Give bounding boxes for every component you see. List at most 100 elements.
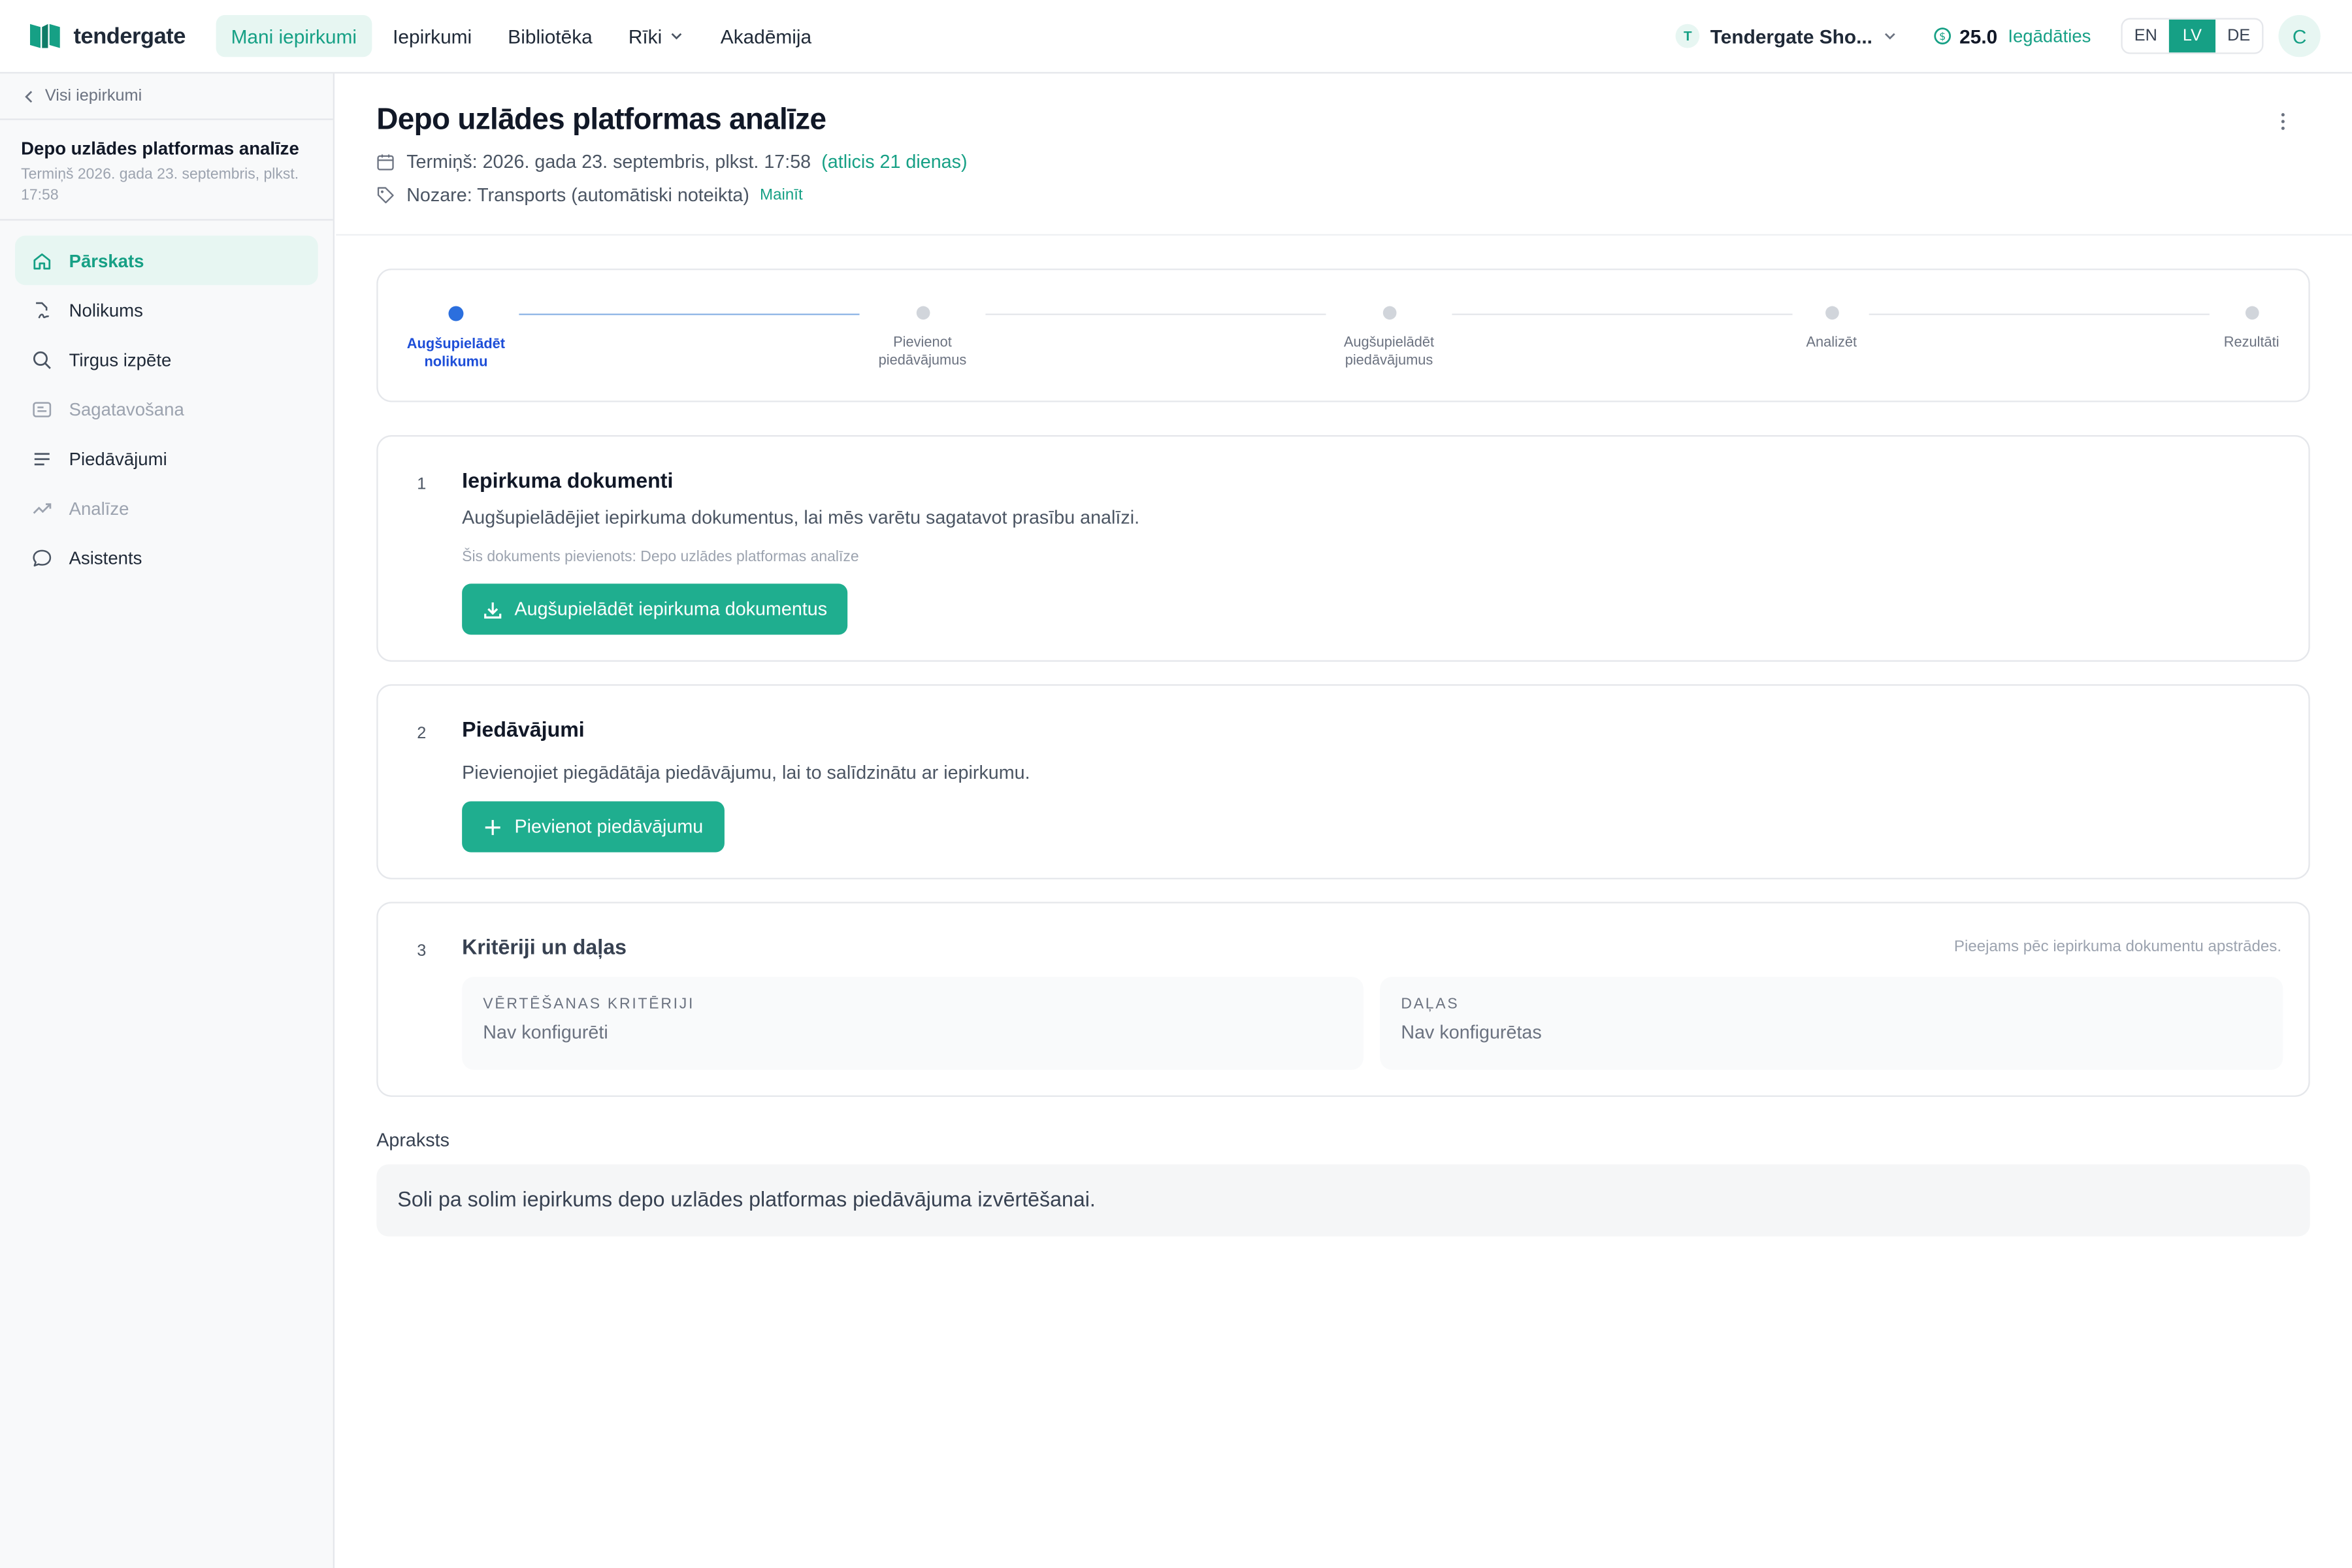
step-indicator: [1824, 306, 1838, 320]
sidebar-item-label: Asistents: [69, 547, 142, 568]
change-industry-link[interactable]: Mainīt: [760, 186, 803, 204]
step-indicator: [2244, 306, 2259, 320]
parts-label: Daļas: [1401, 996, 1460, 1013]
parts-box: Daļas Nav konfigurētas: [1380, 977, 2283, 1070]
step-upload-offers[interactable]: Augšupielādēt piedāvājumus: [1307, 300, 1472, 370]
card-note: Šis dokuments pievienots: Depo uzlādes p…: [462, 549, 859, 566]
sidebar-item-offers[interactable]: Piedāvājumi: [15, 434, 318, 483]
description-text: Soli pa solim iepirkums depo uzlādes pla…: [376, 1164, 2310, 1237]
chat-icon: [33, 549, 52, 566]
project-summary: Depo uzlādes platformas analīze Termiņš …: [0, 120, 333, 207]
main-content: Depo uzlādes platformas analīze Termiņš:…: [336, 74, 2352, 1568]
calendar-icon: [377, 154, 394, 171]
nav-tools[interactable]: Rīki: [613, 15, 700, 57]
step-label-line: nolikumu: [424, 354, 488, 371]
coin-icon: $: [1935, 27, 1952, 44]
lang-en[interactable]: EN: [2123, 20, 2169, 53]
download-icon: [484, 601, 502, 618]
lang-lv[interactable]: LV: [2168, 19, 2216, 53]
buy-credits-link[interactable]: Iegādāties: [2008, 25, 2091, 46]
step-results[interactable]: Rezultāti: [2169, 300, 2334, 352]
sidebar-item-analysis[interactable]: Analīze: [15, 483, 318, 533]
card-title: Kritēriji un daļas: [462, 934, 627, 959]
step-analyze[interactable]: Analizēt: [1749, 300, 1914, 352]
sidebar-item-label: Analīze: [69, 497, 129, 519]
search-icon: [33, 350, 51, 368]
add-offer-button[interactable]: Pievienot piedāvājumu: [462, 801, 725, 853]
logo-text: tendergate: [73, 23, 186, 49]
step-label-line: Augšupielādēt: [1343, 335, 1435, 351]
nav-tenders[interactable]: Iepirkumi: [378, 15, 487, 57]
nav-library[interactable]: Bibliotēka: [493, 15, 607, 57]
step-label-line: Pievienot: [893, 335, 952, 351]
step-indicator: [915, 306, 930, 320]
tendergate-logo-icon: [29, 24, 60, 48]
credits: $ 25.0 Iegādāties: [1934, 25, 2091, 47]
step-label: Augšupielādēt piedāvājumus: [1307, 335, 1472, 370]
availability-note: Pieejams pēc iepirkuma dokumentu apstrād…: [1953, 938, 2282, 956]
logo[interactable]: tendergate: [29, 22, 216, 49]
step-add-offers[interactable]: Pievienot piedāvājumus: [840, 300, 1005, 370]
sidebar-item-preparation[interactable]: Sagatavošana: [15, 384, 318, 434]
card-criteria-and-parts: 3 Kritēriji un daļas Pieejams pēc iepirk…: [376, 902, 2310, 1097]
credits-value: 25.0: [1959, 24, 1998, 48]
sidebar-nav: Pārskats Nolikums Tirgus izpēte Sagatavo…: [0, 221, 333, 583]
card-number: 1: [417, 476, 427, 494]
card-description: Pievienojiet piegādātāja piedāvājumu, la…: [462, 762, 1030, 783]
sidebar: Visi iepirkumi Depo uzlādes platformas a…: [0, 73, 335, 1568]
step-label: Pievienot piedāvājumus: [840, 335, 1005, 370]
back-to-all-tenders[interactable]: Visi iepirkumi: [0, 74, 333, 120]
card-number: 2: [417, 725, 427, 743]
step-indicator: [448, 306, 464, 321]
card-offers: 2 Piedāvājumi Pievienojiet piegādātāja p…: [376, 684, 2310, 879]
industry-row: Nozare: Transports (automātiski noteikta…: [376, 184, 803, 206]
tag-icon: [377, 187, 394, 204]
deadline-remaining: (atlicis 21 dienas): [821, 151, 968, 173]
user-avatar[interactable]: C: [2278, 14, 2321, 57]
dots-vertical-icon: [2281, 113, 2285, 130]
nav-academy[interactable]: Akadēmija: [706, 15, 826, 57]
sidebar-item-regulations[interactable]: Nolikums: [15, 285, 318, 335]
deadline-text: Termiņš: 2026. gada 23. septembris, plks…: [406, 151, 811, 173]
sidebar-item-overview[interactable]: Pārskats: [14, 235, 318, 286]
nav-tools-label: Rīki: [628, 24, 662, 48]
evaluation-criteria-label: Vērtēšanas kritēriji: [483, 996, 695, 1013]
file-signature-icon: [36, 301, 50, 318]
step-label-line: piedāvājumus: [878, 352, 967, 369]
stepper-connector: [1452, 314, 1793, 316]
nav-my-tenders[interactable]: Mani iepirkumi: [216, 14, 372, 57]
chevron-down-icon: [1885, 33, 1896, 40]
step-upload-regulations[interactable]: Augšupielādēt nolikumu: [374, 300, 539, 372]
step-label-line: piedāvājumus: [1345, 352, 1433, 369]
sidebar-item-assistant[interactable]: Asistents: [15, 532, 318, 582]
sidebar-item-label: Sagatavošana: [69, 398, 184, 419]
button-label: Augšupielādēt iepirkuma dokumentus: [514, 598, 828, 620]
card-title: Iepirkuma dokumenti: [462, 468, 674, 493]
organization-switcher[interactable]: T Tendergate Sho...: [1675, 24, 1898, 48]
chevron-down-icon: [672, 33, 683, 40]
card-number: 3: [417, 942, 427, 960]
evaluation-criteria-box: Vērtēšanas kritēriji Nav konfigurēti: [462, 977, 1364, 1070]
plus-icon: [485, 819, 500, 834]
step-label-line: Augšupielādēt: [406, 336, 506, 353]
app-root: tendergate Mani iepirkumi Iepirkumi Bibl…: [0, 0, 2352, 1568]
stepper-connector: [985, 314, 1326, 316]
top-navigation-bar: tendergate Mani iepirkumi Iepirkumi Bibl…: [0, 0, 2352, 74]
back-link-label: Visi iepirkumi: [44, 87, 142, 105]
page-title: Depo uzlādes platformas analīze: [376, 103, 826, 137]
sidebar-item-market-research[interactable]: Tirgus izpēte: [15, 335, 318, 384]
upload-documents-button[interactable]: Augšupielādēt iepirkuma dokumentus: [462, 583, 849, 635]
step-label: Rezultāti: [2223, 335, 2279, 351]
parts-value: Nav konfigurētas: [1401, 1022, 1542, 1043]
industry-text: Nozare: Transports (automātiski noteikta…: [406, 184, 749, 206]
main-nav: Mani iepirkumi Iepirkumi Bibliotēka Rīki…: [216, 14, 833, 57]
step-indicator: [1382, 306, 1396, 320]
sidebar-item-label: Nolikums: [69, 299, 143, 321]
page-header: Depo uzlādes platformas analīze Termiņš:…: [336, 74, 2352, 236]
home-icon: [33, 252, 51, 269]
more-options-icon[interactable]: [2271, 110, 2295, 134]
lang-de[interactable]: DE: [2215, 20, 2262, 53]
project-title: Depo uzlādes platformas analīze: [21, 138, 299, 159]
language-switcher: EN LV DE: [2121, 18, 2264, 54]
description-label: Apraksts: [376, 1130, 449, 1151]
